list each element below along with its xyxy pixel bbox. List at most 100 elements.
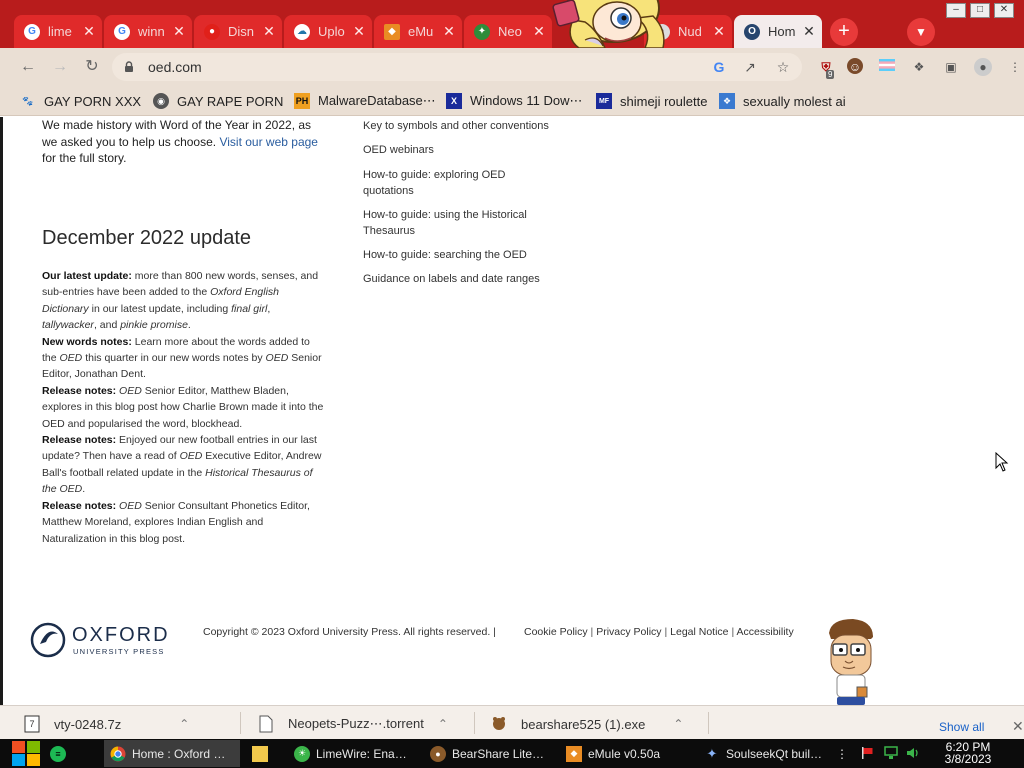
release-notes-paragraph: Release notes: OED Senior Consultant Pho… [42, 498, 327, 547]
avatar-extension-icon[interactable]: ☺ [847, 58, 863, 74]
download-item[interactable]: 7 vty-0248.7z ⌃ [24, 714, 189, 734]
system-clock[interactable]: 6:20 PM 3/8/2023 [938, 741, 998, 765]
tab-search-button[interactable]: ▼ [907, 18, 935, 46]
archive-file-icon: 7 [24, 715, 40, 733]
share-icon[interactable]: ↗ [741, 58, 759, 76]
network-icon[interactable] [884, 746, 898, 760]
taskbar-label: Home : Oxford … [132, 746, 226, 761]
maximize-button[interactable]: □ [970, 3, 990, 18]
chevron-up-icon[interactable]: ⌃ [438, 717, 448, 731]
help-link[interactable]: OED webinars [363, 142, 553, 158]
bookmark-item[interactable]: 🐾 GAY PORN XXX [20, 92, 141, 110]
close-window-button[interactable]: ✕ [994, 3, 1014, 18]
taskbar-item-soulseek[interactable]: ✦ SoulseekQt buil… [698, 740, 828, 767]
help-link[interactable]: Guidance on labels and date ranges [363, 271, 553, 287]
bookmark-label: MalwareDatabase⋯ [318, 93, 436, 108]
browser-tab-active[interactable]: O Hom ✕ [734, 15, 822, 48]
legal-notice-link[interactable]: Legal Notice [670, 626, 728, 638]
cartoon-man-sprite [829, 619, 873, 705]
chevron-up-icon[interactable]: ⌃ [673, 717, 683, 731]
para-italic: pinkie promise [120, 319, 188, 332]
windows-taskbar: ≡ Home : Oxford … ☀ LimeWire: Ena… ● Bea… [0, 739, 1024, 768]
minimize-button[interactable]: – [946, 3, 966, 18]
emule-icon: ◆ [384, 23, 400, 40]
address-bar[interactable]: oed.com G ↗ ☆ [112, 53, 802, 81]
close-tab-icon[interactable]: ✕ [442, 23, 456, 40]
chevron-up-icon[interactable]: ⌃ [179, 717, 189, 731]
oxford-logo[interactable]: OXFORD UNIVERSITY PRESS [30, 622, 180, 658]
browser-tab[interactable]: ◆ eMu ✕ [374, 15, 462, 48]
bookmark-item[interactable]: ◉ GAY RAPE PORN [153, 92, 283, 110]
close-tab-icon[interactable]: ✕ [802, 23, 816, 40]
taskbar-item-bearshare[interactable]: ● BearShare Lite… [424, 740, 554, 767]
menu-kebab-icon[interactable]: ⋮ [1006, 58, 1024, 76]
volume-icon[interactable] [906, 746, 920, 760]
taskbar-overflow[interactable]: ⋮ [834, 740, 852, 767]
flag-tray-icon[interactable] [860, 746, 874, 760]
bookmark-item[interactable]: MF shimeji roulette [596, 92, 707, 110]
cookie-policy-link[interactable]: Cookie Policy [524, 626, 588, 638]
close-tab-icon[interactable]: ✕ [532, 23, 546, 40]
profile-icon[interactable]: ● [974, 58, 992, 76]
close-tab-icon[interactable]: ✕ [82, 23, 96, 40]
cloud-icon: ☁ [294, 23, 310, 40]
browser-tab[interactable]: G winn ✕ [104, 15, 192, 48]
download-filename: bearshare525 (1).exe [521, 716, 646, 732]
tab-label: Uplo [318, 24, 345, 39]
taskbar-item-chrome[interactable]: Home : Oxford … [104, 740, 240, 767]
bear-executable-icon [493, 717, 505, 730]
help-link[interactable]: How-to guide: exploring OED quotations [363, 167, 553, 199]
lock-icon[interactable] [124, 61, 134, 72]
spotify-taskbar-icon[interactable]: ≡ [44, 740, 74, 767]
bookmark-item[interactable]: ❖ sexually molest ai [719, 92, 846, 110]
new-tab-button[interactable]: + [830, 18, 858, 46]
back-arrow-icon[interactable]: ← [18, 57, 38, 77]
windows-start-icon[interactable] [10, 740, 42, 767]
bookmark-star-icon[interactable]: ☆ [774, 58, 792, 76]
extensions-puzzle-icon[interactable]: ❖ [910, 58, 928, 76]
close-icon[interactable]: ✕ [1012, 718, 1024, 735]
close-tab-icon[interactable]: ✕ [172, 23, 186, 40]
close-tab-icon[interactable]: ✕ [262, 23, 276, 40]
side-panel-icon[interactable]: ▣ [942, 58, 960, 76]
browser-tab[interactable]: ✦ Neo ✕ [464, 15, 552, 48]
privacy-policy-link[interactable]: Privacy Policy [596, 626, 661, 638]
taskbar-label: LimeWire: Ena… [316, 746, 407, 761]
para-text: . [82, 483, 86, 496]
para-italic: tallywacker [42, 319, 94, 332]
paw-icon: 🐾 [22, 95, 34, 106]
help-link[interactable]: Key to symbols and other conventions [363, 118, 553, 134]
separator [240, 712, 241, 734]
taskbar-item-explorer[interactable] [246, 740, 280, 767]
bookmark-item[interactable]: X Windows 11 Dow⋯ [446, 92, 582, 110]
latest-update-paragraph: Our latest update: more than 800 new wor… [42, 268, 327, 334]
bookmark-item[interactable]: PH MalwareDatabase⋯ [294, 92, 436, 110]
forward-arrow-icon[interactable]: → [50, 57, 70, 77]
download-item[interactable]: Neopets-Puzz⋯.torrent ⌃ [258, 714, 448, 734]
tab-label: eMu [408, 24, 434, 39]
show-all-button[interactable]: Show all [939, 720, 984, 734]
google-lens-icon[interactable]: G [710, 58, 728, 76]
taskbar-item-emule[interactable]: ◆ eMule v0.50a [560, 740, 690, 767]
taskbar-item-limewire[interactable]: ☀ LimeWire: Ena… [288, 740, 418, 767]
para-label: Release notes: [42, 434, 117, 447]
limewire-icon: ☀ [294, 745, 310, 762]
close-tab-icon[interactable]: ✕ [352, 23, 366, 40]
taskbar-label: eMule v0.50a [588, 746, 661, 761]
para-text: , [267, 302, 271, 315]
browser-tab[interactable]: ☁ Uplo ✕ [284, 15, 372, 48]
bookmarks-bar: 🐾 GAY PORN XXX ◉ GAY RAPE PORN PH Malwar… [0, 86, 1024, 116]
accessibility-link[interactable]: Accessibility [737, 626, 794, 638]
close-tab-icon[interactable]: ✕ [712, 23, 726, 40]
help-link[interactable]: How-to guide: searching the OED [363, 247, 553, 263]
url-text[interactable]: oed.com [148, 59, 202, 75]
para-italic: OED [119, 384, 142, 397]
tab-label: Neo [498, 24, 522, 39]
browser-tab[interactable]: ● Disn ✕ [194, 15, 282, 48]
help-link[interactable]: How-to guide: using the Historical Thesa… [363, 207, 553, 239]
web-page-link[interactable]: Visit our web page [219, 135, 318, 149]
download-item[interactable]: bearshare525 (1).exe ⌃ [491, 714, 683, 734]
browser-tab[interactable]: G lime ✕ [14, 15, 102, 48]
trans-flag-icon[interactable] [878, 58, 896, 76]
reload-icon[interactable]: ↻ [82, 57, 102, 77]
